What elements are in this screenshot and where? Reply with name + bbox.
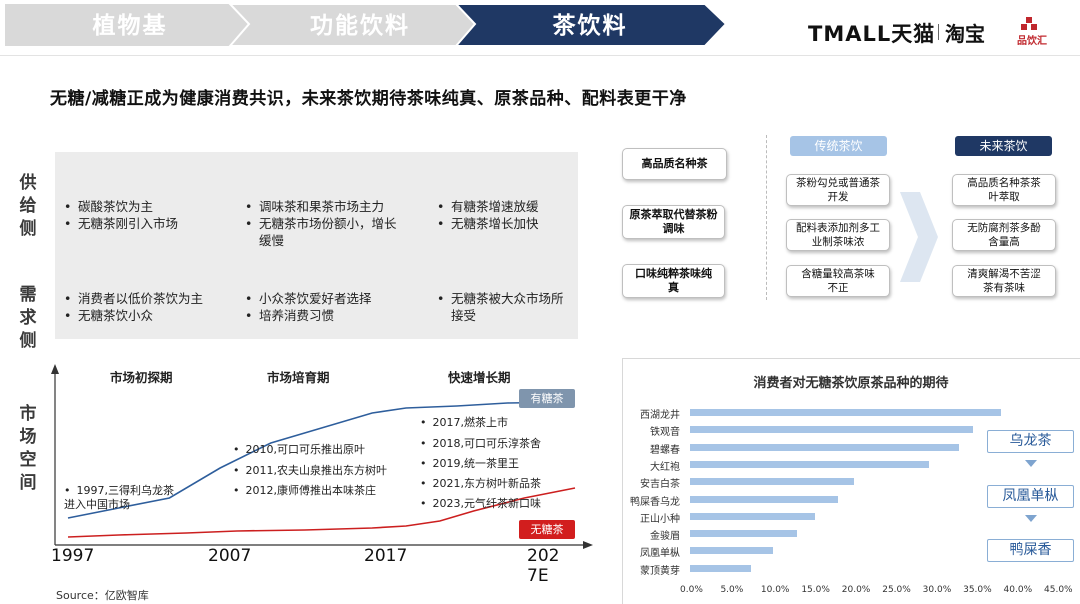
pinyin-logo-icon — [1021, 16, 1037, 30]
event-text: 2023,元气纤茶新口味 — [432, 497, 542, 510]
event-2012: 2012,康师傅推出本味茶庄 — [233, 482, 377, 498]
x-tick-label: 40.0% — [1003, 585, 1033, 595]
category-label: 安吉白茶 — [640, 479, 680, 491]
x-tick-label: 5.0% — [720, 585, 744, 595]
arrow-down-icon — [1025, 460, 1037, 467]
variety-box-phoenix: 凤凰单枞 — [987, 485, 1074, 508]
year-label-2027e: 2027E — [527, 546, 560, 586]
x-tick-label: 15.0% — [801, 585, 830, 595]
feature-box-extract: 原茶萃取代替茶粉调味 — [622, 205, 725, 239]
event-2021: 2021,东方树叶新品茶 — [420, 475, 542, 491]
category-label: 蒙顶黄芽 — [640, 565, 680, 577]
bar — [690, 478, 855, 486]
x-tick-label: 35.0% — [963, 585, 992, 595]
brand-divider — [938, 24, 939, 40]
event-text: 2010,可口可乐推出原叶 — [245, 443, 366, 456]
future-box-2: 无防腐剂茶多酚含量高 — [952, 219, 1056, 251]
variety-box-duck: 鸭屎香 — [987, 539, 1074, 562]
category-label: 鸭屎香乌龙 — [630, 496, 680, 508]
bar — [690, 409, 1002, 416]
bar — [690, 512, 816, 520]
x-tick-label: 25.0% — [882, 585, 911, 595]
sugar-tea-tag: 有糖茶 — [519, 389, 575, 408]
trad-box-2: 配料表添加剂多工业制茶味浓 — [786, 219, 890, 251]
event-text: 2017,燃茶上市 — [432, 416, 509, 429]
x-tick-label: 45.0% — [1044, 585, 1073, 595]
category-label: 大红袍 — [650, 461, 680, 473]
event-2011: 2011,农夫山泉推出东方树叶 — [233, 462, 388, 478]
bar — [690, 495, 839, 503]
bar — [690, 443, 959, 451]
year-label-2017: 2017 — [364, 546, 408, 566]
variety-box-oolong: 乌龙茶 — [987, 430, 1074, 453]
nosugar-tea-tag: 无糖茶 — [519, 520, 575, 539]
dashed-divider — [766, 135, 767, 300]
bar-chart-title: 消费者对无糖茶饮原茶品种的期待 — [753, 376, 949, 391]
source-note: Source：亿欧智库 — [56, 589, 149, 602]
event-1997: 1997,三得利乌龙茶进入中国市场 — [64, 484, 174, 512]
category-label: 铁观音 — [650, 427, 680, 439]
feature-box-premium-tea: 高品质名种茶 — [622, 148, 727, 180]
event-text: 2021,东方树叶新品茶 — [432, 477, 542, 490]
bar — [690, 530, 797, 538]
future-box-3: 清爽解渴不苦涩茶有茶味 — [952, 265, 1056, 297]
bar — [690, 460, 929, 468]
header-traditional: 传统茶饮 — [790, 136, 887, 156]
category-label: 金骏眉 — [650, 531, 680, 543]
x-tick-label: 20.0% — [841, 585, 871, 595]
taobao-logo: 淘宝 — [945, 22, 985, 46]
category-label: 正山小种 — [640, 513, 680, 525]
chevron-right-icon — [900, 192, 938, 282]
category-label: 凤凰单枞 — [640, 548, 680, 560]
event-text: 1997,三得利乌龙茶进入中国市场 — [64, 484, 174, 511]
year-label-1997: 1997 — [51, 546, 95, 566]
feature-box-pure-taste: 口味纯粹茶味纯真 — [622, 264, 725, 298]
event-text: 2011,农夫山泉推出东方树叶 — [245, 464, 388, 477]
x-tick-label: 10.0% — [760, 585, 790, 595]
pinyin-logo-text: 品饮汇 — [1017, 36, 1047, 47]
header-future: 未来茶饮 — [955, 136, 1052, 156]
bar — [690, 547, 773, 555]
event-text: 2018,可口可乐淳茶舍 — [432, 437, 542, 450]
event-2017: 2017,燃茶上市 — [420, 414, 509, 430]
tmall-logo: TMALL天猫 — [808, 22, 936, 46]
bar — [690, 426, 974, 434]
event-2023: 2023,元气纤茶新口味 — [420, 495, 542, 511]
market-line-chart — [51, 364, 593, 549]
future-box-1: 高品质名种茶茶叶萃取 — [952, 174, 1056, 206]
event-2018: 2018,可口可乐淳茶舍 — [420, 435, 542, 451]
arrow-down-icon — [1025, 515, 1037, 522]
trad-box-3: 含糖量较高茶味不正 — [786, 265, 890, 297]
bar — [690, 564, 751, 572]
event-text: 2012,康师傅推出本味茶庄 — [245, 484, 377, 497]
year-label-2007: 2007 — [208, 546, 252, 566]
event-2019: 2019,统一茶里王 — [420, 455, 520, 471]
event-2010: 2010,可口可乐推出原叶 — [233, 441, 366, 457]
category-label: 碧螺春 — [650, 444, 680, 456]
category-label: 西湖龙井 — [640, 410, 680, 421]
x-tick-label: 0.0% — [680, 585, 703, 595]
trad-box-1: 茶粉勾兑或普通茶开发 — [786, 174, 890, 206]
x-tick-label: 30.0% — [922, 585, 952, 595]
event-text: 2019,统一茶里王 — [432, 457, 520, 470]
